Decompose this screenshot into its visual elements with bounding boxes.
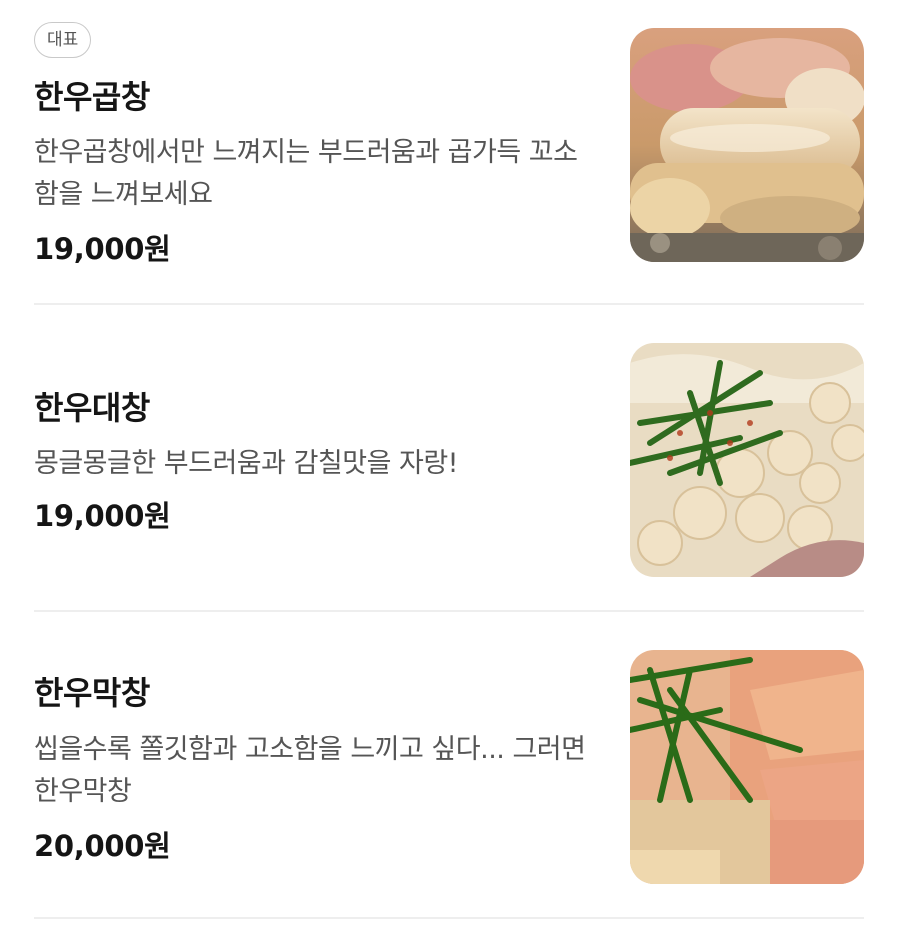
menu-item-name: 한우막창	[34, 674, 150, 712]
menu-item-name: 한우대창	[34, 389, 150, 427]
menu-item-description: 한우곱창에서만 느껴지는 부드러움과 곱가득 꼬소함을 느껴보세요	[34, 137, 578, 210]
menu-item-price: 19,000원	[34, 232, 171, 266]
menu-item-description: 씹을수록 쫄깃함과 고소함을 느끼고 싶다... 그러면 한우막창	[34, 734, 586, 807]
menu-item-gopchang[interactable]: 대표 한우곱창 한우곱창에서만 느껴지는 부드러움과 곱가득 꼬소함을 느껴보세…	[34, 0, 864, 305]
signature-badge: 대표	[34, 22, 92, 58]
menu-item-price: 20,000원	[34, 829, 171, 863]
menu-item-price: 19,000원	[34, 499, 171, 533]
menu-item-photo[interactable]	[630, 650, 864, 884]
menu-item-photo[interactable]	[630, 28, 864, 262]
menu-item-daechang[interactable]: 한우대창 몽글몽글한 부드러움과 감칠맛을 자랑! 19,000원	[34, 305, 864, 612]
menu-item-makchang[interactable]: 한우막창 씹을수록 쫄깃함과 고소함을 느끼고 싶다... 그러면 한우막창 2…	[34, 612, 864, 919]
menu-item-description: 몽글몽글한 부드러움과 감칠맛을 자랑!	[34, 448, 459, 479]
menu-item-name: 한우곱창	[34, 78, 150, 116]
divider	[34, 917, 864, 919]
menu-item-photo[interactable]	[630, 343, 864, 577]
daechang-chives-image	[630, 343, 864, 577]
makchang-chives-image	[630, 650, 864, 884]
grilled-gopchang-image	[630, 28, 864, 262]
